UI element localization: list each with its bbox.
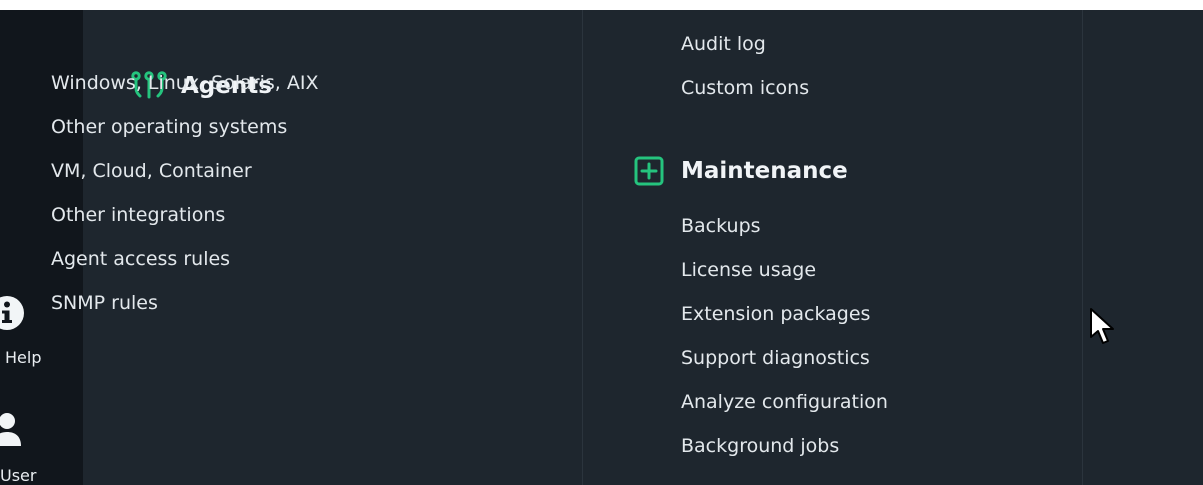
group-title-maintenance: Maintenance xyxy=(681,158,848,184)
menu-group-maintenance: Maintenance xyxy=(632,151,848,191)
column-divider xyxy=(582,10,583,485)
menu-item-background-jobs[interactable]: Background jobs xyxy=(681,424,888,468)
menu-item-windows-linux-solaris-aix[interactable]: Windows, Linux, Solaris, AIX xyxy=(51,61,318,105)
menu-item-vm-cloud-container[interactable]: VM, Cloud, Container xyxy=(51,149,318,193)
menu-item-analyze-configuration[interactable]: Analyze configuration xyxy=(681,380,888,424)
sidebar-item-label: User xyxy=(0,466,37,485)
menu-item-support-diagnostics[interactable]: Support diagnostics xyxy=(681,336,888,380)
menu-item-custom-icons[interactable]: Custom icons xyxy=(681,66,809,110)
menu-item-other-operating-systems[interactable]: Other operating systems xyxy=(51,105,318,149)
plus-square-icon xyxy=(634,156,664,186)
menu-item-audit-log[interactable]: Audit log xyxy=(681,22,809,66)
column-divider xyxy=(1082,10,1083,485)
menu-item-license-usage[interactable]: License usage xyxy=(681,248,888,292)
agents-item-list: Windows, Linux, Solaris, AIX Other opera… xyxy=(51,61,318,325)
menu-item-agent-access-rules[interactable]: Agent access rules xyxy=(51,237,318,281)
info-circle-icon xyxy=(0,296,24,330)
setup-menu-screen: Help User Agents Windows, Linux, Solaris… xyxy=(0,10,1203,485)
sidebar-item-label: Help xyxy=(5,348,42,367)
menu-item-extension-packages[interactable]: Extension packages xyxy=(681,292,888,336)
menu-item-backups[interactable]: Backups xyxy=(681,204,888,248)
maintenance-item-list: Backups License usage Extension packages… xyxy=(681,204,888,468)
user-icon xyxy=(0,413,21,446)
general-item-list: Audit log Custom icons xyxy=(681,22,809,110)
menu-item-snmp-rules[interactable]: SNMP rules xyxy=(51,281,318,325)
menu-item-other-integrations[interactable]: Other integrations xyxy=(51,193,318,237)
mouse-pointer-icon xyxy=(1090,308,1114,344)
group-header: Maintenance xyxy=(632,151,848,191)
